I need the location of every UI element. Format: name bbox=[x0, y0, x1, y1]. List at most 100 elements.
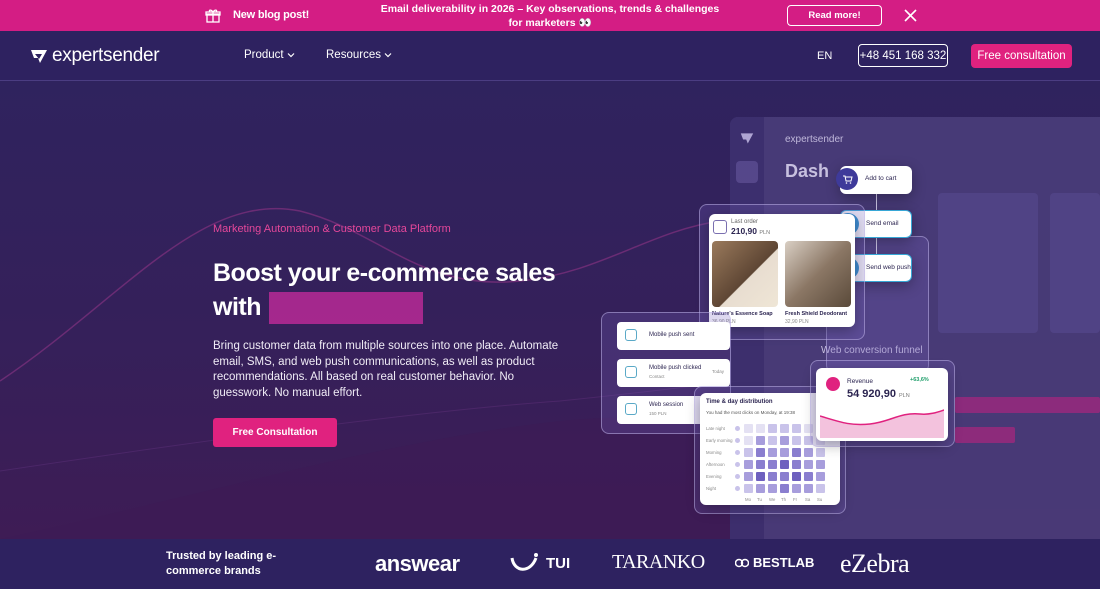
push-event-title: Web session bbox=[649, 402, 684, 408]
heatmap-row-dot bbox=[735, 450, 740, 455]
heatmap-cell bbox=[792, 448, 801, 457]
last-order-label: Last order bbox=[731, 219, 759, 225]
heatmap-cell bbox=[780, 460, 789, 469]
chevron-down-icon bbox=[287, 53, 295, 58]
heatmap-cell bbox=[780, 424, 789, 433]
heatmap-cell bbox=[744, 472, 753, 481]
heatmap-cell bbox=[756, 484, 765, 493]
heatmap-cell bbox=[768, 460, 777, 469]
logo-text: expertsender bbox=[52, 45, 160, 66]
heatmap-cell bbox=[792, 460, 801, 469]
heatmap-cell bbox=[768, 484, 777, 493]
heatmap-row-label: Morning bbox=[706, 450, 722, 455]
product-image-deodorant bbox=[785, 241, 851, 307]
flow-connector bbox=[876, 193, 877, 211]
heatmap-day-label: Sa bbox=[805, 497, 811, 502]
heatmap-row-dot bbox=[735, 474, 740, 479]
push-event-sub: 150 PLN bbox=[649, 411, 667, 416]
order-icon bbox=[713, 220, 727, 234]
brand-logo-ezebra: eZebra bbox=[840, 549, 910, 578]
heatmap-cell bbox=[792, 436, 801, 445]
product-image-soap bbox=[712, 241, 778, 307]
announcement-bar: New blog post! Email deliverability in 2… bbox=[0, 0, 1100, 31]
product-name: Fresh Shield Deodorant bbox=[785, 311, 848, 317]
heatmap-day-label: Th bbox=[781, 497, 787, 502]
hero-eyebrow: Marketing Automation & Customer Data Pla… bbox=[213, 223, 451, 235]
mobile-icon bbox=[625, 329, 637, 341]
read-more-button[interactable]: Read more! bbox=[787, 5, 882, 26]
funnel-bar bbox=[955, 427, 1015, 443]
hero-cta-button[interactable]: Free Consultation bbox=[213, 418, 337, 447]
heatmap-cell bbox=[744, 484, 753, 493]
nav-product-label: Product bbox=[244, 49, 284, 61]
heatmap-row-dot bbox=[735, 486, 740, 491]
brand-logo-tui-text: TUI bbox=[546, 554, 571, 572]
logo-mark-icon bbox=[740, 133, 754, 144]
revenue-icon bbox=[826, 377, 840, 391]
heatmap-day-label: Mo bbox=[745, 497, 751, 502]
headline-highlight bbox=[269, 292, 423, 325]
heatmap-row-label: Late night bbox=[706, 426, 725, 431]
heatmap-cell bbox=[816, 484, 825, 493]
push-event-time: Today bbox=[712, 369, 725, 374]
heatmap-cell bbox=[744, 424, 753, 433]
heatmap-day-label: Tu bbox=[757, 497, 762, 502]
click-icon bbox=[625, 366, 637, 378]
heatmap-row-label: Night bbox=[706, 486, 717, 491]
push-event-sub: Contact bbox=[649, 374, 665, 379]
heatmap-cell bbox=[780, 472, 789, 481]
page-bottom bbox=[0, 589, 1100, 616]
heatmap-cell bbox=[744, 460, 753, 469]
nav-product[interactable]: Product bbox=[244, 49, 295, 61]
announcement-message[interactable]: Email deliverability in 2026 – Key obser… bbox=[380, 2, 720, 30]
logo[interactable]: expertsender bbox=[30, 45, 160, 67]
heatmap-row-dot bbox=[735, 462, 740, 467]
heatmap-cell bbox=[756, 424, 765, 433]
heatmap-title: Time & day distribution bbox=[706, 399, 773, 405]
heatmap-cell bbox=[768, 448, 777, 457]
site-header: expertsender Product Resources EN +48 45… bbox=[0, 31, 1100, 81]
revenue-amount: 54 920,90 PLN bbox=[847, 388, 910, 400]
flow-step-label: Send web push bbox=[866, 264, 911, 271]
new-post-label: New blog post! bbox=[233, 9, 310, 21]
product-price: 32,90 PLN bbox=[785, 319, 809, 325]
heatmap-day-label: Fr bbox=[793, 497, 798, 502]
trusted-by-text: Trusted by leading e-commerce brands bbox=[166, 550, 277, 577]
free-consultation-button[interactable]: Free consultation bbox=[971, 44, 1072, 68]
funnel-bar bbox=[955, 397, 1100, 413]
brand-logo-tui: TUI bbox=[510, 552, 570, 574]
heatmap-cell bbox=[816, 460, 825, 469]
hero-description: Bring customer data from multiple source… bbox=[213, 340, 559, 399]
heatmap-cell bbox=[756, 448, 765, 457]
heatmap-row-label: Afternoon bbox=[706, 462, 725, 467]
heatmap-cell bbox=[804, 472, 813, 481]
tui-smile-icon bbox=[510, 553, 538, 571]
heatmap-cell bbox=[804, 484, 813, 493]
heatmap-row-label: Evening bbox=[706, 474, 722, 479]
brand-logo-bestlab: BESTLAB bbox=[735, 555, 814, 570]
hero-section: Marketing Automation & Customer Data Pla… bbox=[0, 81, 1100, 539]
phone-button[interactable]: +48 451 168 332 bbox=[858, 44, 948, 67]
nav-resources-label: Resources bbox=[326, 49, 381, 61]
heatmap-cell bbox=[768, 472, 777, 481]
flow-step-label: Add to cart bbox=[865, 175, 897, 182]
flow-step-add-to-cart[interactable]: Add to cart bbox=[836, 166, 912, 194]
heatmap-cell bbox=[768, 436, 777, 445]
dashboard-brand: expertsender bbox=[785, 134, 844, 145]
heatmap-cell bbox=[816, 448, 825, 457]
heatmap-row-dot bbox=[735, 438, 740, 443]
session-icon bbox=[625, 403, 637, 415]
cart-icon bbox=[836, 168, 858, 190]
push-event-item: Mobile push clicked Contact Today bbox=[617, 359, 730, 387]
nav-resources[interactable]: Resources bbox=[326, 49, 392, 61]
heatmap-row-label: Early morning bbox=[706, 438, 733, 443]
brand-logo-taranko: TARANKO bbox=[612, 551, 705, 573]
language-switcher[interactable]: EN bbox=[817, 50, 832, 62]
bestlab-icon bbox=[735, 558, 749, 567]
brands-strip: Trusted by leading e-commerce brands ans… bbox=[0, 539, 1100, 589]
home-icon bbox=[736, 161, 758, 183]
heatmap-cell bbox=[780, 436, 789, 445]
headline-line-2: with bbox=[213, 290, 555, 325]
close-icon[interactable] bbox=[904, 9, 917, 22]
push-event-title: Mobile push sent bbox=[649, 332, 695, 338]
